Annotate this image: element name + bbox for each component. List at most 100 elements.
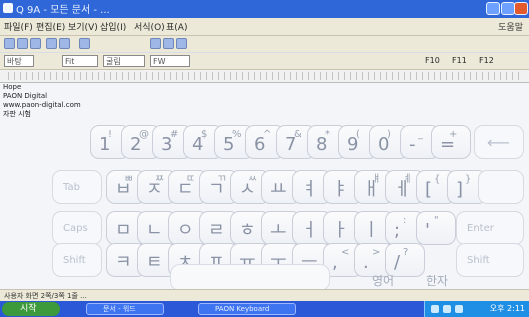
key-primary: ㅣ	[363, 220, 380, 241]
zoom-combo[interactable]: FW	[150, 55, 190, 67]
key-primary: .	[363, 252, 369, 273]
key-primary: ㅑ	[332, 179, 349, 200]
key-equals[interactable]: + =	[431, 125, 471, 159]
key-primary: ㅐ	[363, 179, 380, 200]
start-button[interactable]: 시작	[2, 302, 60, 316]
table-icon[interactable]	[150, 38, 161, 49]
format-toolbar: 바탕 Fit 굴림 FW F10 F11 F12	[0, 53, 529, 70]
menu-edit[interactable]: 편집(E)	[36, 20, 65, 33]
shift-right-key[interactable]: Shift	[456, 243, 524, 277]
menu-help[interactable]: 도움말	[498, 20, 523, 33]
preview-icon[interactable]	[59, 38, 70, 49]
save-icon[interactable]	[30, 38, 41, 49]
new-doc-icon[interactable]	[4, 38, 15, 49]
key-primary: ㄹ	[208, 220, 225, 241]
key-primary: ㅛ	[270, 179, 287, 200]
window-titlebar: Q 9A - 모든 문서 - ...	[0, 0, 529, 18]
key-primary: ㅈ	[146, 179, 163, 200]
key-primary: ㅗ	[270, 220, 287, 241]
open-folder-icon[interactable]	[17, 38, 28, 49]
style-combo[interactable]: 바탕	[4, 55, 34, 67]
function-key-f12[interactable]: F12	[479, 56, 494, 65]
key-primary: 4	[192, 134, 204, 155]
font-combo[interactable]: 굴림	[103, 55, 145, 67]
print-icon[interactable]	[46, 38, 57, 49]
key-primary: ㅌ	[146, 252, 163, 273]
key-secondary: _	[418, 129, 423, 140]
tab-label: Tab	[63, 182, 80, 193]
enter-key[interactable]: Enter	[456, 211, 524, 245]
key-secondary: :	[403, 215, 407, 226]
key-primary: ㅓ	[301, 220, 318, 241]
menu-format[interactable]: 서식(O)	[134, 20, 165, 33]
key-primary: [	[425, 179, 433, 200]
key-primary: -	[409, 134, 416, 155]
tab-key[interactable]: Tab	[52, 170, 102, 204]
key-primary: 2	[130, 134, 142, 155]
key-primary: ㄱ	[208, 179, 225, 200]
key-primary: 9	[347, 134, 359, 155]
minimize-button[interactable]	[486, 2, 500, 15]
caps-label: Caps	[63, 223, 88, 234]
key-primary: ,	[332, 252, 338, 273]
key-primary: 3	[161, 134, 173, 155]
standard-toolbar	[0, 36, 529, 52]
menubar: 파일(F) 편집(E) 보기(V) 삽입(I) 서식(O) 표(A) 도움말	[0, 18, 529, 36]
caps-key[interactable]: Caps	[52, 211, 102, 245]
undo-icon[interactable]	[163, 38, 174, 49]
redo-icon[interactable]	[176, 38, 187, 49]
menu-view[interactable]: 보기(V)	[68, 20, 98, 33]
key-primary: ㅁ	[115, 220, 132, 241]
taskbar: 시작 문서 - 워드 PAON Keyboard 오후 2:11	[0, 301, 529, 317]
find-icon[interactable]	[79, 38, 90, 49]
clock: 오후 2:11	[489, 304, 525, 313]
key-primary: =	[440, 134, 456, 155]
key-primary: 7	[285, 134, 297, 155]
window-title: Q 9A - 모든 문서 - ...	[16, 5, 110, 16]
shift-left-key[interactable]: Shift	[52, 243, 102, 277]
hanja-toggle[interactable]: 한자	[426, 272, 448, 289]
enter-label: Enter	[467, 223, 494, 234]
language-toggle-english[interactable]: 영어	[372, 272, 394, 289]
system-tray: 오후 2:11	[424, 301, 529, 317]
menu-insert[interactable]: 삽입(I)	[100, 20, 126, 33]
space-bar[interactable]	[170, 264, 330, 291]
key-primary: ㅏ	[332, 220, 349, 241]
key-primary: ]	[456, 179, 464, 200]
maximize-button[interactable]	[501, 2, 515, 15]
backspace-key[interactable]: ⟵	[474, 125, 524, 159]
close-button[interactable]	[514, 2, 528, 15]
tray-icon[interactable]	[431, 305, 439, 313]
taskbar-task-keyboard[interactable]: PAON Keyboard	[198, 303, 296, 315]
tray-icon[interactable]	[443, 305, 451, 313]
key-primary: 8	[316, 134, 328, 155]
key-quote[interactable]: " '	[416, 211, 456, 245]
document-area[interactable]: Hope PAON Digital www.paon-digital.com 자…	[0, 83, 529, 291]
screen: Q 9A - 모든 문서 - ... 파일(F) 편집(E) 보기(V) 삽입(…	[0, 0, 529, 317]
menu-file[interactable]: 파일(F)	[4, 20, 33, 33]
key-primary: ㅅ	[239, 179, 256, 200]
backslash-key[interactable]	[478, 170, 524, 204]
shift-label: Shift	[467, 255, 490, 266]
ruler	[0, 70, 529, 83]
key-primary: ;	[394, 220, 401, 241]
on-screen-keyboard: ! 1 @2 #3 $4 % 5 ^ 6 & 7 * 8 (9 ) 0 _ - + = ⟵ Ta…	[0, 83, 529, 291]
function-key-f10[interactable]: F10	[425, 56, 440, 65]
key-primary: 6	[254, 134, 266, 155]
menu-table[interactable]: 표(A)	[166, 20, 187, 33]
key-primary: ㅂ	[115, 179, 132, 200]
function-key-f11[interactable]: F11	[452, 56, 467, 65]
key-primary: ㅋ	[115, 252, 132, 273]
key-secondary: <	[341, 247, 350, 258]
key-primary: ㅕ	[301, 179, 318, 200]
taskbar-task-word[interactable]: 문서 - 워드	[86, 303, 164, 315]
key-primary: ㅇ	[177, 220, 194, 241]
tray-icon[interactable]	[455, 305, 463, 313]
key-primary: 5	[223, 134, 235, 155]
backspace-icon: ⟵	[487, 133, 510, 152]
size-combo[interactable]: Fit	[62, 55, 98, 67]
app-icon	[3, 3, 13, 13]
key-primary: ㅔ	[394, 179, 411, 200]
key-primary: 0	[378, 134, 390, 155]
key-secondary: ?	[403, 247, 409, 258]
